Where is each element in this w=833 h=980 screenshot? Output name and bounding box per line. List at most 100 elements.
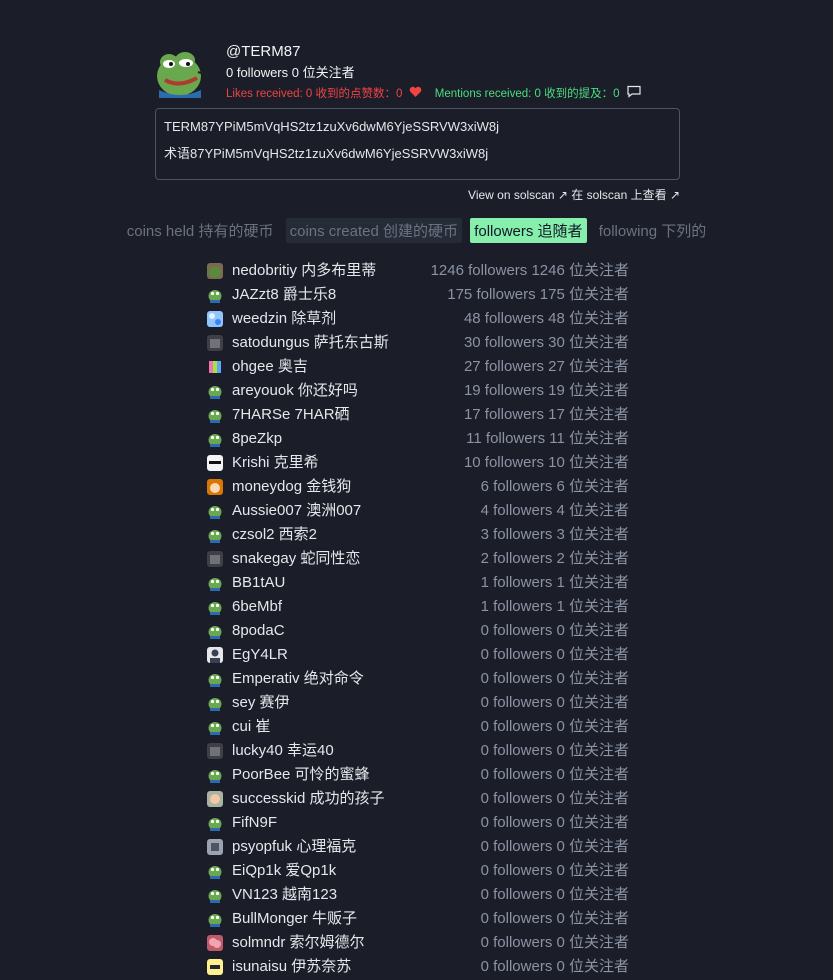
follower-row[interactable]: 8peZkp 11 followers 11 位关注者 bbox=[207, 427, 632, 451]
follower-row[interactable]: snakegay 蛇同性恋 2 followers 2 位关注者 bbox=[207, 547, 632, 571]
follower-row[interactable]: solmndr 索尔姆德尔 0 followers 0 位关注者 bbox=[207, 931, 632, 955]
follower-count: 0 followers 0 位关注者 bbox=[480, 622, 629, 639]
follower-count: 0 followers 0 位关注者 bbox=[480, 814, 629, 831]
follower-row[interactable]: satodungus 萨托东古斯 30 followers 30 位关注者 bbox=[207, 331, 632, 355]
follower-row[interactable]: 7HARSe 7HAR硒 17 followers 17 位关注者 bbox=[207, 403, 632, 427]
follower-count: 1 followers 1 位关注者 bbox=[480, 598, 629, 615]
follower-name[interactable]: 8podaC bbox=[232, 619, 285, 643]
tab-coins-held[interactable]: coins held 持有的硬币 bbox=[123, 218, 278, 243]
follower-name[interactable]: successkid 成功的孩子 bbox=[232, 787, 385, 811]
follower-count: 10 followers 10 位关注者 bbox=[463, 454, 629, 471]
follower-row[interactable]: weedzin 除草剂 48 followers 48 位关注者 bbox=[207, 307, 632, 331]
follower-name[interactable]: czsol2 西索2 bbox=[232, 523, 317, 547]
follower-name[interactable]: weedzin 除草剂 bbox=[232, 307, 336, 331]
follower-row[interactable]: Krishi 克里希 10 followers 10 位关注者 bbox=[207, 451, 632, 475]
follower-name[interactable]: 7HARSe 7HAR硒 bbox=[232, 403, 350, 427]
follower-name[interactable]: BB1tAU bbox=[232, 571, 285, 595]
follower-name[interactable]: areyouok 你还好吗 bbox=[232, 379, 358, 403]
tab-followers[interactable]: followers 追随者 bbox=[470, 218, 587, 243]
follower-name[interactable]: snakegay 蛇同性恋 bbox=[232, 547, 360, 571]
profile-avatar bbox=[155, 46, 210, 98]
follower-row[interactable]: JAZzt8 爵士乐8 175 followers 175 位关注者 bbox=[207, 283, 632, 307]
follower-name[interactable]: nedobritiy 内多布里蒂 bbox=[232, 259, 376, 283]
wallet-address-translated: 术语87YPiM5mVqHS2tz1zuXv6dwM6YjeSSRVW3xiW8… bbox=[164, 146, 489, 161]
follower-name[interactable]: FifN9F bbox=[232, 811, 277, 835]
follower-row[interactable]: EgY4LR 0 followers 0 位关注者 bbox=[207, 643, 632, 667]
follower-row[interactable]: 6beMbf 1 followers 1 位关注者 bbox=[207, 595, 632, 619]
follower-row[interactable]: FifN9F 0 followers 0 位关注者 bbox=[207, 811, 632, 835]
tab-coins-created[interactable]: coins created 创建的硬币 bbox=[285, 218, 463, 243]
profile-handle: @TERM87 bbox=[226, 43, 301, 60]
follower-name[interactable]: psyopfuk 心理福克 bbox=[232, 835, 356, 859]
follower-row[interactable]: psyopfuk 心理福克 0 followers 0 位关注者 bbox=[207, 835, 632, 859]
follower-count: 175 followers 175 位关注者 bbox=[447, 286, 629, 303]
avatar-icon bbox=[207, 383, 223, 399]
avatar-icon bbox=[207, 407, 223, 423]
follower-name[interactable]: EiQp1k 爱Qp1k bbox=[232, 859, 336, 883]
follower-row[interactable]: sey 赛伊 0 followers 0 位关注者 bbox=[207, 691, 632, 715]
follower-row[interactable]: ohgee 奥吉 27 followers 27 位关注者 bbox=[207, 355, 632, 379]
follower-count: 0 followers 0 位关注者 bbox=[480, 862, 629, 879]
follower-row[interactable]: BB1tAU 1 followers 1 位关注者 bbox=[207, 571, 632, 595]
avatar-icon bbox=[207, 719, 223, 735]
wallet-address: TERM87YPiM5mVqHS2tz1zuXv6dwM6YjeSSRVW3xi… bbox=[164, 119, 499, 134]
follower-name[interactable]: Aussie007 澳洲007 bbox=[232, 499, 361, 523]
avatar-icon bbox=[207, 599, 223, 615]
follower-count: 0 followers 0 位关注者 bbox=[480, 646, 629, 663]
avatar-icon bbox=[207, 479, 223, 495]
follower-name[interactable]: VN123 越南123 bbox=[232, 883, 337, 907]
follower-row[interactable]: 8podaC 0 followers 0 位关注者 bbox=[207, 619, 632, 643]
follower-name[interactable]: EgY4LR bbox=[232, 643, 288, 667]
follower-count: 3 followers 3 位关注者 bbox=[480, 526, 629, 543]
follower-row[interactable]: czsol2 西索2 3 followers 3 位关注者 bbox=[207, 523, 632, 547]
follower-row[interactable]: nedobritiy 内多布里蒂 1246 followers 1246 位关注者 bbox=[207, 259, 632, 283]
avatar-icon bbox=[207, 623, 223, 639]
follower-row[interactable]: isunaisu 伊苏奈苏 0 followers 0 位关注者 bbox=[207, 955, 632, 979]
follower-name[interactable]: BullMonger 牛贩子 bbox=[232, 907, 357, 931]
follower-name[interactable]: Krishi 克里希 bbox=[232, 451, 319, 475]
avatar-icon bbox=[207, 455, 223, 471]
mentions-received: Mentions received: 0 收到的提及：0 bbox=[434, 88, 620, 101]
follower-count: 0 followers 0 位关注者 bbox=[480, 694, 629, 711]
solscan-link[interactable]: View on solscan ↗ 在 solscan 上查看 ↗ bbox=[468, 186, 680, 203]
likes-received: Likes received: 0 收到的点赞数：0 bbox=[226, 88, 403, 101]
follower-row[interactable]: VN123 越南123 0 followers 0 位关注者 bbox=[207, 883, 632, 907]
follower-row[interactable]: Aussie007 澳洲007 4 followers 4 位关注者 bbox=[207, 499, 632, 523]
avatar-icon bbox=[207, 527, 223, 543]
follower-name[interactable]: satodungus 萨托东古斯 bbox=[232, 331, 389, 355]
follower-name[interactable]: solmndr 索尔姆德尔 bbox=[232, 931, 365, 955]
avatar-icon bbox=[207, 959, 223, 975]
follower-row[interactable]: EiQp1k 爱Qp1k 0 followers 0 位关注者 bbox=[207, 859, 632, 883]
follower-row[interactable]: areyouok 你还好吗 19 followers 19 位关注者 bbox=[207, 379, 632, 403]
follower-name[interactable]: moneydog 金钱狗 bbox=[232, 475, 351, 499]
follower-name[interactable]: PoorBee 可怜的蜜蜂 bbox=[232, 763, 370, 787]
follower-row[interactable]: BullMonger 牛贩子 0 followers 0 位关注者 bbox=[207, 907, 632, 931]
follower-name[interactable]: JAZzt8 爵士乐8 bbox=[232, 283, 336, 307]
avatar-icon bbox=[207, 815, 223, 831]
follower-count: 0 followers 0 位关注者 bbox=[480, 742, 629, 759]
follower-row[interactable]: Emperativ 绝对命令 0 followers 0 位关注者 bbox=[207, 667, 632, 691]
follower-name[interactable]: cui 崔 bbox=[232, 715, 270, 739]
profile-tabs: coins held 持有的硬币 coins created 创建的硬币 fol… bbox=[0, 218, 833, 243]
follower-name[interactable]: sey 赛伊 bbox=[232, 691, 290, 715]
follower-row[interactable]: lucky40 幸运40 0 followers 0 位关注者 bbox=[207, 739, 632, 763]
follower-name[interactable]: Emperativ 绝对命令 bbox=[232, 667, 364, 691]
follower-name[interactable]: 6beMbf bbox=[232, 595, 282, 619]
follower-name[interactable]: lucky40 幸运40 bbox=[232, 739, 334, 763]
follower-row[interactable]: moneydog 金钱狗 6 followers 6 位关注者 bbox=[207, 475, 632, 499]
follower-name[interactable]: ohgee 奥吉 bbox=[232, 355, 308, 379]
follower-row[interactable]: cui 崔 0 followers 0 位关注者 bbox=[207, 715, 632, 739]
follower-count: 0 followers 0 位关注者 bbox=[480, 790, 629, 807]
avatar-icon bbox=[207, 431, 223, 447]
follower-row[interactable]: PoorBee 可怜的蜜蜂 0 followers 0 位关注者 bbox=[207, 763, 632, 787]
follower-count: 0 followers 0 位关注者 bbox=[480, 934, 629, 951]
avatar-icon bbox=[207, 575, 223, 591]
heart-icon bbox=[409, 86, 422, 103]
follower-name[interactable]: 8peZkp bbox=[232, 427, 282, 451]
avatar-icon bbox=[207, 695, 223, 711]
tab-following[interactable]: following 下列的 bbox=[595, 218, 711, 243]
follower-name[interactable]: isunaisu 伊苏奈苏 bbox=[232, 955, 351, 979]
avatar-icon bbox=[207, 935, 223, 951]
follower-row[interactable]: successkid 成功的孩子 0 followers 0 位关注者 bbox=[207, 787, 632, 811]
follower-count: 1 followers 1 位关注者 bbox=[480, 574, 629, 591]
